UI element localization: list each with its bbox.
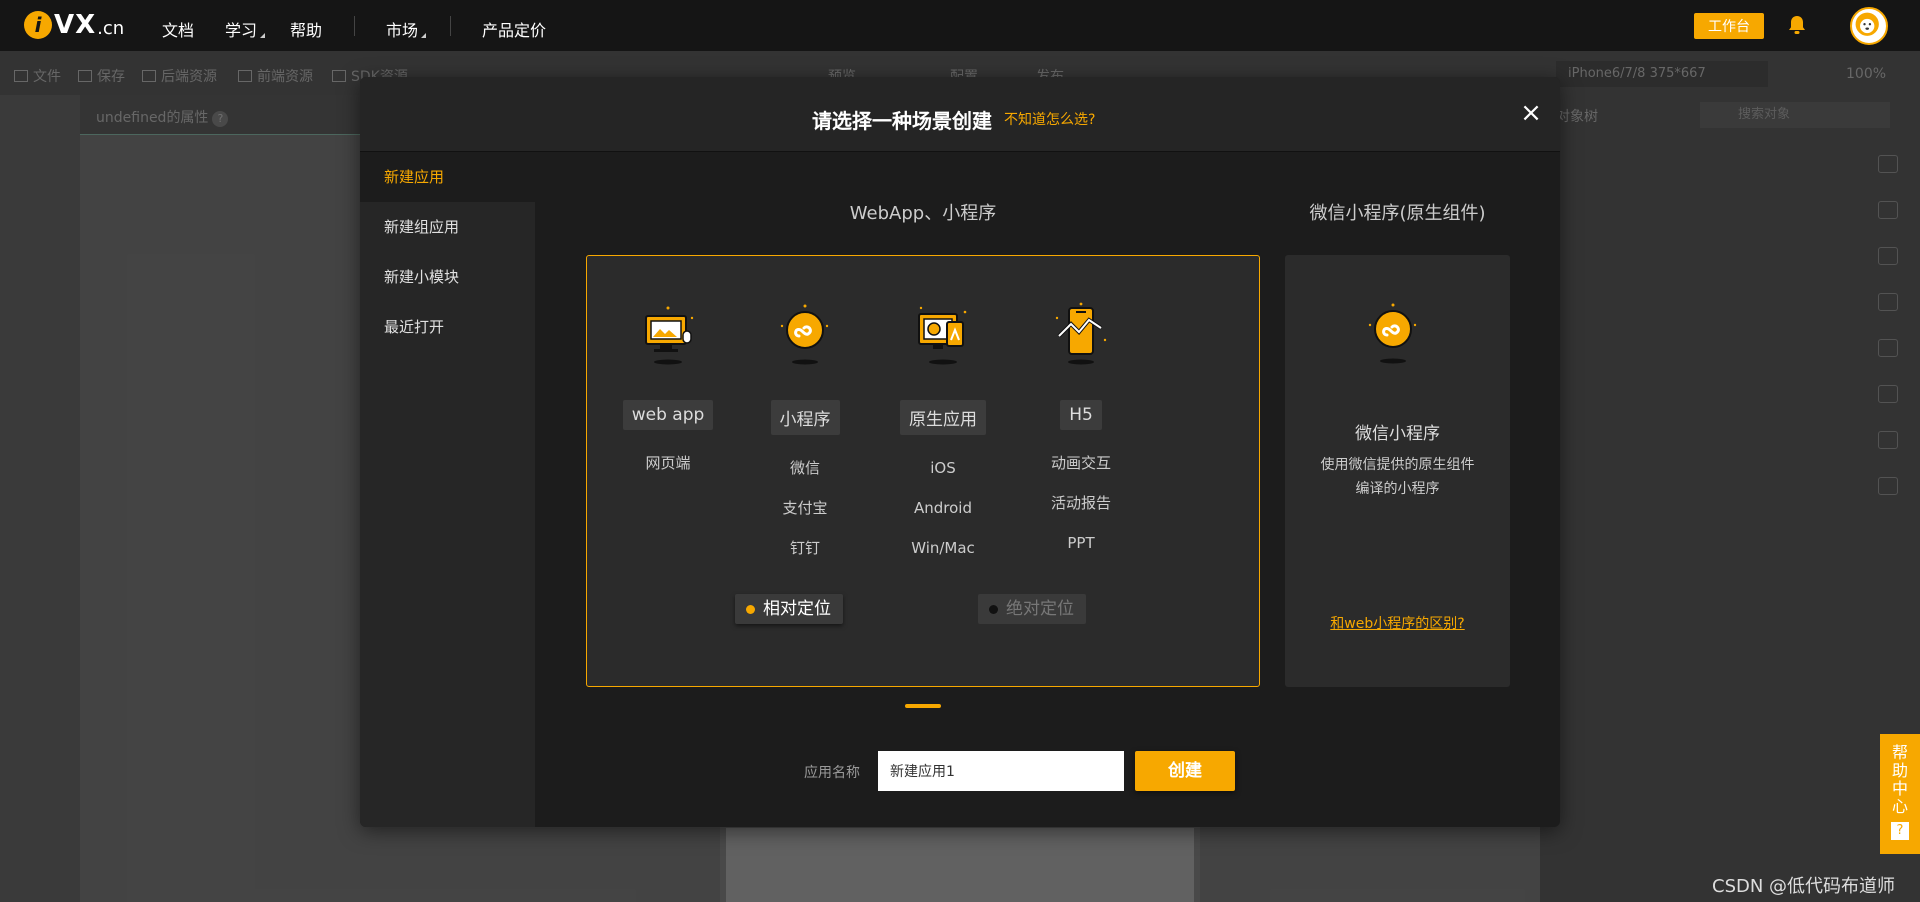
radio-dot-icon [989, 605, 998, 614]
page-indicator[interactable] [905, 704, 941, 708]
wechat-diff-link[interactable]: 和web小程序的区别? [1285, 613, 1510, 633]
platform-sub-label: 微信 [789, 459, 820, 477]
h5-phone-chart-icon [1055, 302, 1107, 365]
dropdown-icon [260, 33, 266, 38]
help-choose-link[interactable]: 不知道怎么选? [1004, 109, 1095, 129]
workbench-button[interactable]: 工作台 [1694, 13, 1764, 39]
webapp-scene-card[interactable]: web app 网页端 小程序 微信 支付宝 钉钉 原生应用 iOS Andro… [586, 255, 1260, 687]
logo-brand: VX [54, 10, 97, 40]
platform-web-app[interactable]: web app 网页端 [613, 296, 723, 483]
nav-docs[interactable]: 文档 [162, 17, 194, 41]
help-center-tab[interactable]: 帮助中心 ? [1880, 734, 1920, 854]
platform-web-app-label: web app [622, 400, 714, 430]
platform-mini-program[interactable]: 小程序 微信 支付宝 钉钉 [750, 296, 860, 568]
platform-native-app[interactable]: 原生应用 iOS Android Win/Mac [888, 296, 998, 568]
help-center-label: 帮助中心 [1891, 743, 1908, 816]
watermark: CSDN @低代码布道师 [1712, 876, 1896, 897]
platform-sub-label: Android [914, 499, 972, 517]
section-title-webapp: WebApp、小程序 [849, 203, 997, 224]
modal-sidebar: 新建应用 新建组应用 新建小模块 最近打开 [360, 152, 535, 827]
wechat-card-title: 微信小程序 [1355, 424, 1440, 444]
platform-sub-label: 网页端 [645, 454, 691, 472]
platform-sub-label: Win/Mac [911, 539, 975, 557]
close-icon[interactable]: × [1518, 100, 1544, 127]
platform-sub-label: 钉钉 [789, 539, 820, 557]
platform-mini-program-label: 小程序 [770, 400, 840, 435]
logo-mark: i [24, 11, 52, 39]
sidebar-item-recent[interactable]: 最近打开 [360, 302, 535, 352]
nav-help[interactable]: 帮助 [290, 17, 322, 41]
nav-market[interactable]: 市场 [386, 17, 427, 41]
sidebar-item-new-module[interactable]: 新建小模块 [360, 252, 535, 302]
section-title-wechat: 微信小程序(原生组件) [1309, 203, 1486, 224]
platform-sub-label: PPT [1067, 534, 1095, 552]
mini-program-icon [1368, 303, 1417, 364]
wechat-native-card[interactable]: 微信小程序 使用微信提供的原生组件编译的小程序 和web小程序的区别? [1285, 255, 1510, 687]
platform-native-app-label: 原生应用 [900, 400, 986, 435]
create-scene-modal: 请选择一种场景创建 不知道怎么选? × 新建应用 新建组应用 新建小模块 最近打… [360, 77, 1560, 827]
nav-learn[interactable]: 学习 [225, 17, 266, 41]
dropdown-icon [421, 33, 427, 38]
help-icon: ? [1891, 822, 1909, 840]
lion-avatar[interactable] [1850, 7, 1888, 45]
app-name-input[interactable] [878, 751, 1124, 791]
platform-sub-label: 动画交互 [1050, 454, 1111, 472]
platform-h5-label: H5 [1060, 400, 1102, 430]
create-button[interactable]: 创建 [1135, 751, 1235, 791]
web-app-monitor-icon [645, 306, 694, 365]
absolute-position-option[interactable]: 绝对定位 [978, 594, 1086, 624]
platform-sub-label: iOS [930, 459, 956, 477]
bell-icon[interactable] [1786, 14, 1808, 36]
nav-divider [450, 16, 451, 36]
ivx-logo[interactable]: i VX .cn [24, 10, 124, 40]
nav-divider [354, 16, 355, 36]
top-navbar: i VX .cn 文档 学习 帮助 市场 产品定价 工作台 [0, 0, 1920, 51]
sidebar-item-new-group-app[interactable]: 新建组应用 [360, 202, 535, 252]
radio-dot-icon [746, 605, 755, 614]
modal-header: 请选择一种场景创建 不知道怎么选? × [360, 77, 1560, 152]
platform-h5[interactable]: H5 动画交互 活动报告 PPT [1026, 296, 1136, 563]
logo-suffix: .cn [97, 17, 125, 39]
platform-sub-label: 支付宝 [782, 499, 828, 517]
modal-title: 请选择一种场景创建 [812, 109, 992, 133]
platform-sub-label: 活动报告 [1050, 494, 1111, 512]
nav-pricing[interactable]: 产品定价 [482, 17, 546, 41]
native-app-devices-icon [918, 306, 967, 365]
app-name-label: 应用名称 [804, 765, 860, 781]
mini-program-icon [780, 304, 829, 365]
wechat-card-desc: 使用微信提供的原生组件编译的小程序 [1320, 457, 1475, 497]
relative-position-option[interactable]: 相对定位 [735, 594, 843, 624]
sidebar-item-new-app[interactable]: 新建应用 [360, 152, 535, 202]
